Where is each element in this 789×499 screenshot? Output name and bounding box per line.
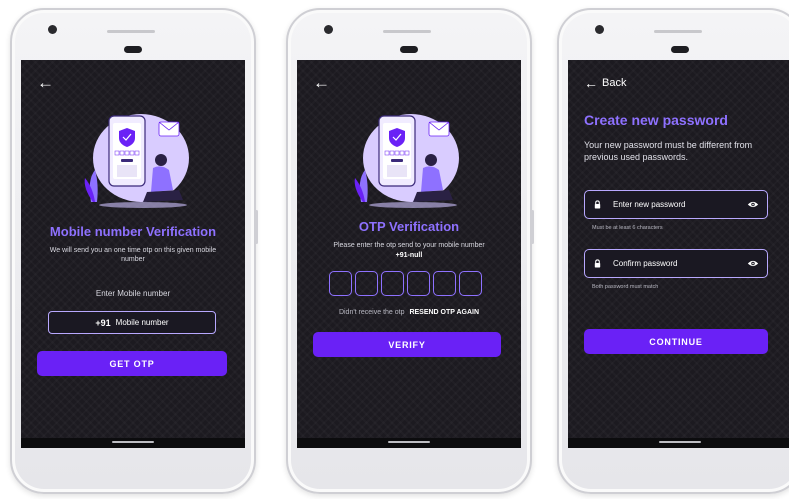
confirm-password-hint: Both password must match [592, 284, 659, 290]
phone-number-display: +91-null [395, 252, 423, 259]
back-label: Back [602, 77, 627, 89]
earpiece-speaker [107, 30, 155, 33]
page-subtitle: We will send you an one time otp on this… [49, 247, 217, 263]
otp-verification-screen: ← OTP Verification Please enter the otp [297, 60, 521, 448]
country-code: +91 [95, 317, 111, 328]
page-title: Create new password [584, 112, 728, 128]
page-title: Mobile number Verification [49, 224, 217, 239]
system-nav-bar [568, 438, 789, 448]
otp-digit-input[interactable] [355, 271, 378, 296]
page-subtitle: Please enter the otp send to your mobile… [333, 242, 485, 249]
back-arrow-icon[interactable]: ← [37, 74, 54, 91]
phone-mockup-mobile-verification: ← Mobile number Verification We will sen [10, 8, 258, 494]
back-arrow-icon: ← [584, 75, 598, 91]
proximity-sensor [124, 46, 142, 53]
front-camera [595, 25, 604, 34]
proximity-sensor [400, 46, 418, 53]
otp-illustration [354, 114, 459, 208]
earpiece-speaker [383, 30, 431, 33]
new-password-input[interactable]: Enter new password [584, 190, 768, 219]
otp-digit-input[interactable] [381, 271, 404, 296]
back-link[interactable]: ← Back [584, 75, 627, 91]
side-button [531, 210, 534, 244]
front-camera [48, 25, 57, 34]
otp-digit-input[interactable] [459, 271, 482, 296]
proximity-sensor [671, 46, 689, 53]
phone-mockup-create-password: ← Back Create new password Your new pass… [557, 8, 789, 494]
earpiece-speaker [654, 30, 702, 33]
home-indicator[interactable] [388, 441, 430, 443]
create-password-screen: ← Back Create new password Your new pass… [568, 60, 789, 448]
otp-digit-input[interactable] [433, 271, 456, 296]
back-arrow-icon[interactable]: ← [313, 74, 330, 91]
system-nav-bar [297, 438, 521, 448]
phone-mockup-otp-verification: ← OTP Verification Please enter the otp [286, 8, 534, 494]
lock-icon [594, 200, 601, 209]
mobile-number-label: Enter Mobile number [95, 289, 171, 298]
mobile-number-input[interactable]: +91 Mobile number [48, 311, 216, 334]
new-password-placeholder: Enter new password [613, 200, 686, 209]
eye-icon[interactable] [747, 200, 759, 209]
system-nav-bar [21, 438, 245, 448]
confirm-password-input[interactable]: Confirm password [584, 249, 768, 278]
front-camera [324, 25, 333, 34]
new-password-hint: Must be at least 6 characters [592, 225, 663, 231]
get-otp-button[interactable]: GET OTP [37, 351, 227, 376]
confirm-password-placeholder: Confirm password [613, 259, 678, 268]
verify-button[interactable]: VERIFY [313, 332, 501, 357]
phone-verification-illustration [84, 114, 189, 208]
home-indicator[interactable] [112, 441, 154, 443]
otp-input-row [329, 271, 485, 296]
mobile-number-placeholder: Mobile number [115, 318, 169, 327]
page-subtitle: Your new password must be different from… [584, 140, 753, 162]
mobile-verification-screen: ← Mobile number Verification We will sen [21, 60, 245, 448]
resend-otp-link[interactable]: RESEND OTP AGAIN [409, 309, 479, 316]
otp-digit-input[interactable] [407, 271, 430, 296]
resend-prompt: Didn't receive the otp [338, 309, 405, 316]
side-button [255, 210, 258, 244]
continue-button[interactable]: CONTINUE [584, 329, 768, 354]
page-title: OTP Verification [358, 219, 460, 234]
resend-otp-line: Didn't receive the otp RESEND OTP AGAIN [297, 309, 521, 316]
otp-digit-input[interactable] [329, 271, 352, 296]
eye-icon[interactable] [747, 259, 759, 268]
home-indicator[interactable] [659, 441, 701, 443]
lock-icon [594, 259, 601, 268]
